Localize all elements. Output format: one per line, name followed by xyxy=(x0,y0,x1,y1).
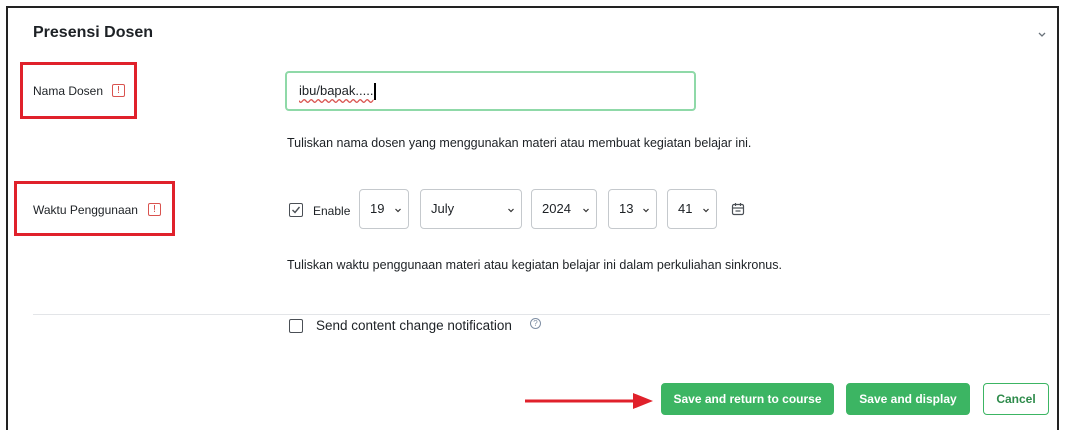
annotation-arrow-icon xyxy=(525,393,653,409)
chevron-down-icon xyxy=(643,208,649,213)
month-value: July xyxy=(431,201,455,216)
question-circle-icon[interactable]: ? xyxy=(530,318,541,329)
save-and-return-button[interactable]: Save and return to course xyxy=(661,383,834,415)
chevron-down-icon xyxy=(703,208,709,213)
chevron-down-icon xyxy=(508,208,514,213)
notification-label: Send content change notification xyxy=(316,318,512,333)
month-select[interactable]: July xyxy=(420,189,522,229)
year-value: 2024 xyxy=(542,201,571,216)
chevron-down-icon xyxy=(395,208,401,213)
text-caret xyxy=(374,83,377,101)
nama-dosen-help: Tuliskan nama dosen yang menggunakan mat… xyxy=(287,136,752,150)
notification-checkbox[interactable] xyxy=(289,319,303,333)
minute-select[interactable]: 41 xyxy=(667,189,717,229)
info-icon[interactable]: ! xyxy=(112,84,125,97)
field-label-nama-dosen: Nama Dosen xyxy=(33,84,104,98)
cancel-button[interactable]: Cancel xyxy=(983,383,1049,415)
field-label-waktu: Waktu Penggunaan xyxy=(33,203,138,217)
chevron-down-icon xyxy=(583,208,589,213)
day-select[interactable]: 19 xyxy=(359,189,409,229)
nama-dosen-input[interactable]: ibu/bapak..... xyxy=(285,71,696,111)
nama-dosen-value: ibu/bapak..... xyxy=(299,83,374,98)
hour-select[interactable]: 13 xyxy=(608,189,657,229)
divider xyxy=(33,314,1050,315)
chevron-down-icon[interactable] xyxy=(1036,28,1048,40)
check-icon xyxy=(292,206,301,214)
day-value: 19 xyxy=(370,201,385,216)
info-icon[interactable]: ! xyxy=(148,203,161,216)
save-and-display-button[interactable]: Save and display xyxy=(846,383,970,415)
enable-label: Enable xyxy=(313,204,351,218)
hour-value: 13 xyxy=(619,201,634,216)
section-title: Presensi Dosen xyxy=(33,24,154,41)
minute-value: 41 xyxy=(678,201,693,216)
year-select[interactable]: 2024 xyxy=(531,189,597,229)
calendar-icon[interactable] xyxy=(731,202,745,216)
waktu-help: Tuliskan waktu penggunaan materi atau ke… xyxy=(287,258,782,272)
enable-checkbox[interactable] xyxy=(289,203,303,217)
